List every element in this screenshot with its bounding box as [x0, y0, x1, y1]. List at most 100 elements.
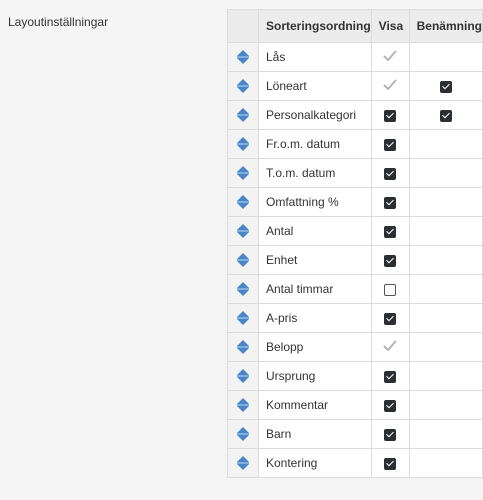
- drag-handle-cell[interactable]: [227, 448, 259, 478]
- visa-checkbox[interactable]: [384, 428, 397, 441]
- field-name: Antal timmar: [257, 274, 372, 304]
- benamning-cell: [408, 361, 483, 391]
- visa-checkbox[interactable]: [384, 312, 397, 325]
- drag-handle-cell[interactable]: [227, 158, 259, 188]
- table-row: Kommentar: [227, 390, 483, 420]
- field-name: A-pris: [257, 303, 372, 333]
- sort-arrows-icon[interactable]: [236, 311, 249, 326]
- field-name: Lås: [257, 42, 372, 72]
- benamning-cell: [408, 42, 483, 72]
- header-sort-order[interactable]: Sorteringsordning: [257, 9, 372, 43]
- visa-checkbox[interactable]: [384, 254, 397, 267]
- visa-cell: [370, 361, 410, 391]
- sort-arrows-icon[interactable]: [236, 253, 249, 268]
- header-handle-cell: [227, 9, 259, 43]
- sort-arrows-icon[interactable]: [236, 50, 249, 65]
- table-row: Personalkategori: [227, 100, 483, 130]
- table-header: Sorteringsordning Visa Benämning: [227, 9, 483, 43]
- visa-cell: [370, 390, 410, 420]
- sort-arrows-icon[interactable]: [236, 282, 249, 297]
- drag-handle-cell[interactable]: [227, 129, 259, 159]
- drag-handle-cell[interactable]: [227, 419, 259, 449]
- benamning-cell: [408, 129, 483, 159]
- drag-handle-cell[interactable]: [227, 245, 259, 275]
- drag-handle-cell[interactable]: [227, 187, 259, 217]
- visa-checkbox[interactable]: [384, 225, 397, 238]
- table-row: T.o.m. datum: [227, 158, 483, 188]
- table-body: Lås Löneart Personalkategori Fr.o.m. datum T…: [227, 42, 483, 478]
- sort-arrows-icon[interactable]: [236, 398, 249, 413]
- sort-arrows-icon[interactable]: [236, 108, 249, 123]
- table-row: Fr.o.m. datum: [227, 129, 483, 159]
- visa-cell: [370, 158, 410, 188]
- visa-cell: [370, 100, 410, 130]
- sort-arrows-icon[interactable]: [236, 456, 249, 471]
- sort-arrows-icon[interactable]: [236, 340, 249, 355]
- benamning-checkbox[interactable]: [439, 80, 452, 93]
- drag-handle-cell[interactable]: [227, 274, 259, 304]
- visa-cell: [370, 303, 410, 333]
- header-visa: Visa: [370, 9, 410, 43]
- sort-arrows-icon[interactable]: [236, 224, 249, 239]
- sort-arrows-icon[interactable]: [236, 427, 249, 442]
- drag-handle-cell[interactable]: [227, 332, 259, 362]
- sort-arrows-icon[interactable]: [236, 137, 249, 152]
- benamning-cell: [408, 390, 483, 420]
- visa-checkbox[interactable]: [384, 138, 397, 151]
- drag-handle-cell[interactable]: [227, 216, 259, 246]
- table-row: Enhet: [227, 245, 483, 275]
- layout-settings-table: Sorteringsordning Visa Benämning Lås Löne…: [227, 9, 483, 478]
- visa-checkbox[interactable]: [384, 167, 397, 180]
- visa-locked-check-icon: [383, 50, 397, 64]
- sort-arrows-icon[interactable]: [236, 79, 249, 94]
- sort-arrows-icon[interactable]: [236, 195, 249, 210]
- visa-cell: [370, 187, 410, 217]
- field-name: Fr.o.m. datum: [257, 129, 372, 159]
- field-name: T.o.m. datum: [257, 158, 372, 188]
- header-row: Sorteringsordning Visa Benämning: [227, 9, 483, 43]
- field-name: Antal: [257, 216, 372, 246]
- visa-checkbox[interactable]: [384, 457, 397, 470]
- table-row: Lås: [227, 42, 483, 72]
- drag-handle-cell[interactable]: [227, 71, 259, 101]
- drag-handle-cell[interactable]: [227, 361, 259, 391]
- sort-arrows-icon[interactable]: [236, 166, 249, 181]
- field-name: Omfattning %: [257, 187, 372, 217]
- table-row: Barn: [227, 419, 483, 449]
- visa-cell: [370, 42, 410, 72]
- visa-checkbox[interactable]: [384, 196, 397, 209]
- benamning-cell: [408, 158, 483, 188]
- drag-handle-cell[interactable]: [227, 42, 259, 72]
- table-row: Antal: [227, 216, 483, 246]
- benamning-cell: [408, 274, 483, 304]
- sort-arrows-icon[interactable]: [236, 369, 249, 384]
- table-row: Belopp: [227, 332, 483, 362]
- visa-locked-check-icon: [383, 79, 397, 93]
- visa-cell: [370, 448, 410, 478]
- drag-handle-cell[interactable]: [227, 100, 259, 130]
- visa-checkbox[interactable]: [384, 109, 397, 122]
- benamning-cell: [408, 216, 483, 246]
- drag-handle-cell[interactable]: [227, 390, 259, 420]
- benamning-checkbox[interactable]: [439, 109, 452, 122]
- benamning-cell: [408, 419, 483, 449]
- table-row: Omfattning %: [227, 187, 483, 217]
- field-name: Belopp: [257, 332, 372, 362]
- benamning-cell: [408, 332, 483, 362]
- visa-checkbox[interactable]: [384, 283, 397, 296]
- field-name: Kommentar: [257, 390, 372, 420]
- visa-cell: [370, 129, 410, 159]
- benamning-cell: [408, 303, 483, 333]
- field-name: Barn: [257, 419, 372, 449]
- visa-cell: [370, 71, 410, 101]
- visa-locked-check-icon: [383, 340, 397, 354]
- visa-checkbox[interactable]: [384, 399, 397, 412]
- field-name: Enhet: [257, 245, 372, 275]
- visa-cell: [370, 419, 410, 449]
- visa-cell: [370, 332, 410, 362]
- header-benamning: Benämning: [408, 9, 483, 43]
- table-row: Löneart: [227, 71, 483, 101]
- visa-checkbox[interactable]: [384, 370, 397, 383]
- drag-handle-cell[interactable]: [227, 303, 259, 333]
- benamning-cell: [408, 71, 483, 101]
